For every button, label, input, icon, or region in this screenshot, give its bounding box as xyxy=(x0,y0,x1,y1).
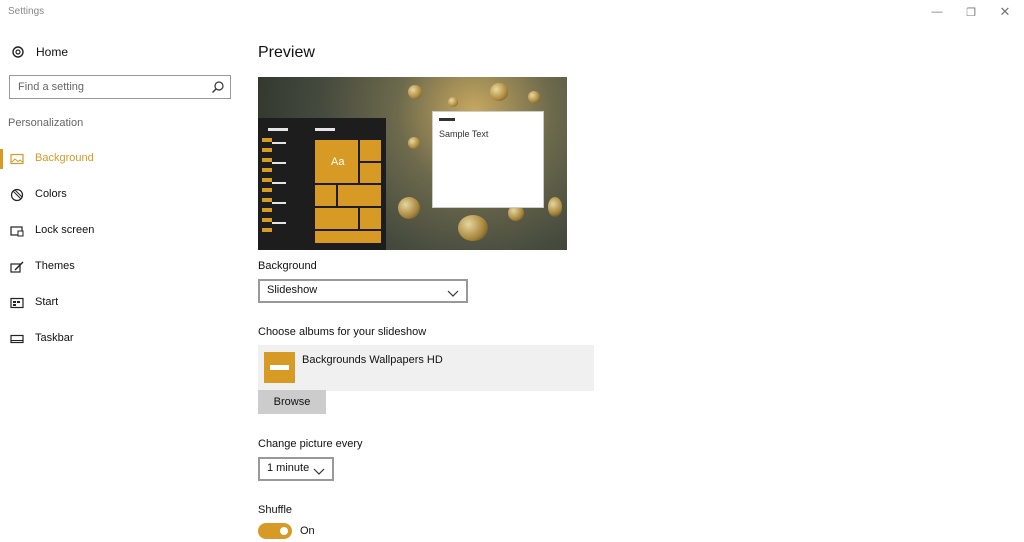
main-content: Preview Aa Sample Text Background Slides… xyxy=(258,26,998,542)
brush-icon xyxy=(10,260,24,274)
album-name: Backgrounds Wallpapers HD xyxy=(302,354,443,366)
restore-icon: ❐ xyxy=(966,6,976,19)
chevron-down-icon xyxy=(447,285,459,297)
sidebar-item-label: Taskbar xyxy=(35,332,74,344)
section-heading: Personalization xyxy=(8,117,84,129)
sidebar-item-label: Lock screen xyxy=(35,224,95,236)
chevron-down-icon xyxy=(313,463,325,475)
close-button[interactable]: ✕ xyxy=(990,2,1020,22)
preview-tile xyxy=(360,208,381,229)
search-icon[interactable] xyxy=(211,80,225,94)
active-indicator xyxy=(0,329,3,349)
start-icon xyxy=(10,296,24,310)
shuffle-state: On xyxy=(300,525,315,537)
page-title: Preview xyxy=(258,44,315,61)
home-link[interactable]: Home xyxy=(10,42,68,62)
lock-screen-icon xyxy=(10,224,24,238)
water-drop xyxy=(408,137,420,149)
sidebar-item-themes[interactable]: Themes xyxy=(0,255,240,279)
change-picture-value: 1 minute xyxy=(267,462,310,474)
gear-icon xyxy=(10,44,26,60)
toggle-knob xyxy=(280,527,288,535)
sidebar-item-background[interactable]: Background xyxy=(0,147,240,171)
preview-tile xyxy=(315,185,336,206)
preview-menu-line xyxy=(315,128,335,131)
preview-list-item xyxy=(262,208,272,212)
preview-menu-line xyxy=(272,202,286,204)
sidebar: Home Personalization Background Colors L… xyxy=(0,26,240,542)
preview-list-item xyxy=(262,178,272,182)
preview-sample-text: Sample Text xyxy=(439,129,489,139)
preview-tile xyxy=(315,208,358,229)
sidebar-item-label: Start xyxy=(35,296,59,308)
water-drop xyxy=(398,197,420,219)
water-drop xyxy=(490,83,508,101)
preview-tiles: Aa xyxy=(315,140,381,243)
water-drop xyxy=(408,85,422,99)
background-dropdown-value: Slideshow xyxy=(267,284,318,296)
water-drop xyxy=(448,97,458,107)
water-drop xyxy=(458,215,488,241)
close-icon: ✕ xyxy=(999,4,1011,19)
albums-label: Choose albums for your slideshow xyxy=(258,326,427,338)
preview-list-item xyxy=(262,168,272,172)
background-dropdown[interactable]: Slideshow xyxy=(258,279,468,303)
preview-menu-line xyxy=(268,128,288,131)
sidebar-item-label: Colors xyxy=(35,188,67,200)
background-preview: Aa Sample Text xyxy=(258,77,567,250)
preview-menu-line xyxy=(272,142,286,144)
sidebar-item-colors[interactable]: Colors xyxy=(0,183,240,207)
minimize-button[interactable]: — xyxy=(922,2,952,22)
browse-button[interactable]: Browse xyxy=(258,390,326,414)
search-input[interactable] xyxy=(10,76,206,98)
minimize-icon: — xyxy=(931,6,943,18)
home-label: Home xyxy=(36,45,69,59)
water-drop xyxy=(548,197,562,217)
app-title: Settings xyxy=(8,6,45,17)
preview-menu-line xyxy=(272,182,286,184)
preview-menu-line xyxy=(272,222,286,224)
search-box[interactable] xyxy=(9,75,231,99)
album-item[interactable]: Backgrounds Wallpapers HD xyxy=(258,345,594,391)
preview-menu-line xyxy=(272,162,286,164)
title-bar: Settings — ❐ ✕ xyxy=(0,0,1024,26)
sidebar-item-label: Themes xyxy=(35,260,75,272)
change-picture-dropdown[interactable]: 1 minute xyxy=(258,457,334,481)
water-drop xyxy=(528,91,540,103)
active-indicator xyxy=(0,257,3,277)
sidebar-item-start[interactable]: Start xyxy=(0,291,240,315)
preview-list-item xyxy=(262,228,272,232)
change-picture-label: Change picture every xyxy=(258,438,363,450)
taskbar-icon xyxy=(10,332,24,346)
preview-list-item xyxy=(262,148,272,152)
preview-tile xyxy=(315,231,381,243)
sidebar-item-taskbar[interactable]: Taskbar xyxy=(0,327,240,351)
preview-list-item xyxy=(262,188,272,192)
preview-tile xyxy=(360,140,381,161)
sidebar-item-lock-screen[interactable]: Lock screen xyxy=(0,219,240,243)
preview-tile xyxy=(360,163,381,183)
album-thumbnail-icon xyxy=(264,352,295,383)
shuffle-label: Shuffle xyxy=(258,504,293,516)
active-indicator xyxy=(0,149,3,169)
preview-list-item xyxy=(262,218,272,222)
active-indicator xyxy=(0,293,3,313)
palette-icon xyxy=(10,188,24,202)
sidebar-item-label: Background xyxy=(35,152,94,164)
preview-tile xyxy=(338,185,381,206)
preview-list-item xyxy=(262,138,272,142)
maximize-button[interactable]: ❐ xyxy=(956,2,986,22)
preview-list-item xyxy=(262,198,272,202)
preview-window: Sample Text xyxy=(432,111,544,208)
picture-icon xyxy=(10,152,24,166)
shuffle-toggle[interactable] xyxy=(258,523,292,539)
preview-tile-text: Aa xyxy=(331,156,345,168)
preview-list-item xyxy=(262,158,272,162)
active-indicator xyxy=(0,221,3,241)
preview-window-accent xyxy=(439,118,455,121)
background-label: Background xyxy=(258,260,317,272)
active-indicator xyxy=(0,185,3,205)
